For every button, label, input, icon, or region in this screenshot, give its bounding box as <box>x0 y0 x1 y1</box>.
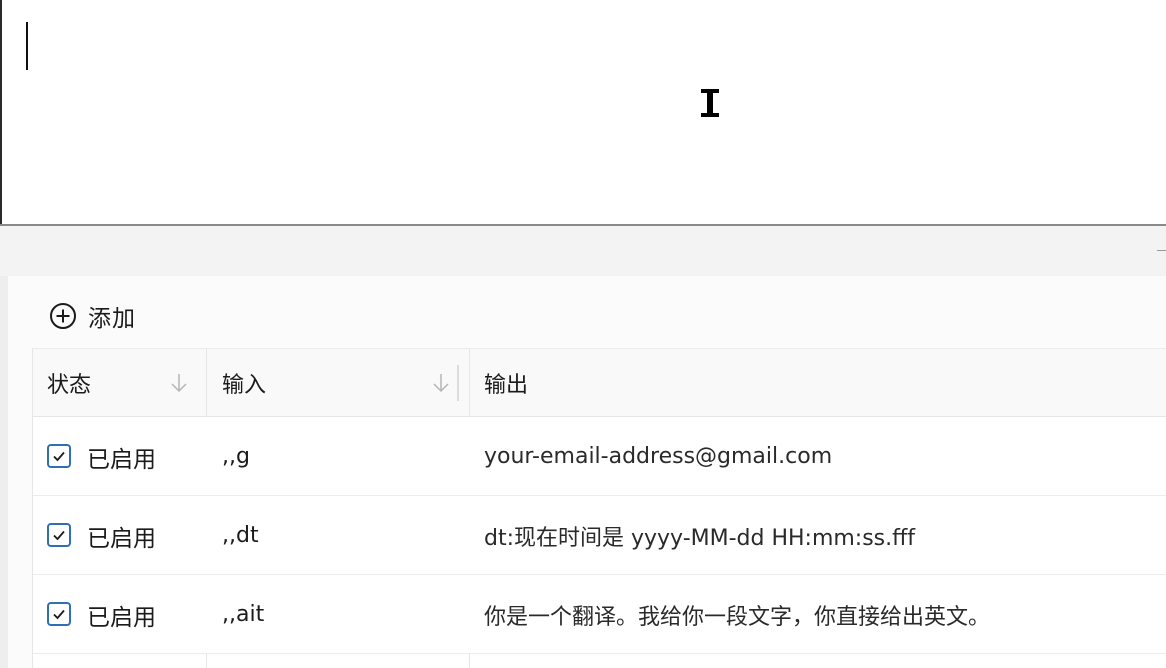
text-editor-area[interactable] <box>0 0 1166 225</box>
panel-left-edge <box>0 276 8 668</box>
column-header-status-label: 状态 <box>47 373 92 398</box>
sort-down-arrow-icon[interactable] <box>170 371 188 395</box>
table-row[interactable]: 已启用 ,,g your-email-address@gmail.com <box>33 417 1166 496</box>
input-cell: ,,ait <box>222 602 265 627</box>
status-label: 已启用 <box>87 604 156 631</box>
column-header-input-label: 输入 <box>222 373 267 398</box>
input-cell: ,,g <box>222 444 250 469</box>
app-window: 添加 状态 输入 输出 已启用 ,,g your-email-address@g… <box>0 0 1166 668</box>
column-header-output-label: 输出 <box>484 373 529 398</box>
input-cell: ,,dt <box>222 523 259 548</box>
text-caret <box>26 22 28 70</box>
enabled-checkbox[interactable] <box>47 444 71 468</box>
table-row[interactable]: 已启用 ,,ait 你是一个翻译。我给你一段文字，你直接给出英文。 <box>33 575 1166 654</box>
enabled-checkbox[interactable] <box>47 523 71 547</box>
i-beam-cursor-icon <box>701 89 719 117</box>
checkmark-icon <box>53 609 65 620</box>
checkmark-icon <box>53 530 65 541</box>
minimize-mark[interactable] <box>1157 250 1166 251</box>
column-header-output[interactable]: 输出 <box>484 349 1084 417</box>
column-resize-handle[interactable] <box>457 365 459 401</box>
table-row[interactable]: 已启用 ,,dt dt:现在时间是 yyyy-MM-dd HH:mm:ss.ff… <box>33 496 1166 575</box>
table-header-row: 状态 输入 输出 <box>33 349 1166 417</box>
panel-header-strip <box>0 226 1166 276</box>
sort-down-arrow-icon[interactable] <box>432 371 450 395</box>
status-label: 已启用 <box>87 525 156 552</box>
enabled-checkbox[interactable] <box>47 602 71 626</box>
snippet-table: 状态 输入 输出 已启用 ,,g your-email-address@gmai… <box>32 348 1166 668</box>
add-button[interactable]: 添加 <box>48 298 136 334</box>
output-cell: dt:现在时间是 yyyy-MM-dd HH:mm:ss.fff <box>484 525 916 551</box>
add-button-label: 添加 <box>88 306 136 332</box>
column-header-input[interactable]: 输入 <box>222 349 422 417</box>
checkmark-icon <box>53 451 65 462</box>
status-label: 已启用 <box>87 446 156 473</box>
output-cell: your-email-address@gmail.com <box>484 444 833 469</box>
output-cell: 你是一个翻译。我给你一段文字，你直接给出英文。 <box>484 604 991 630</box>
plus-circle-icon <box>50 303 76 329</box>
